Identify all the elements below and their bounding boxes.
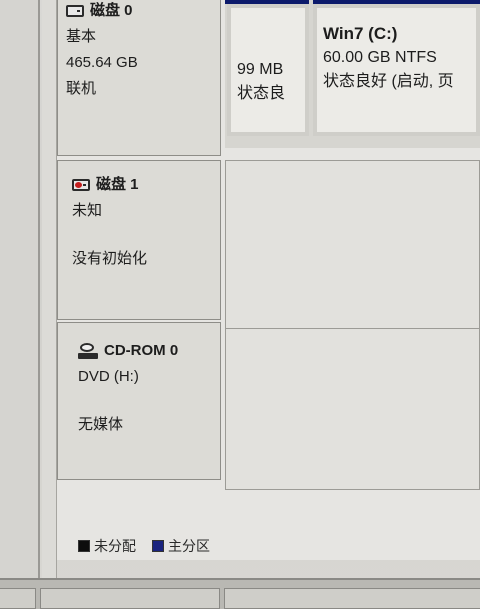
status-bar (0, 578, 480, 609)
cdrom-icon (78, 343, 98, 359)
disk-0-partitions: 99 MB 状态良 Win7 (C:) 60.00 GB NTFS 状态良好 (… (225, 0, 480, 148)
legend-unallocated: 未分配 (78, 536, 136, 556)
cdrom-0-spacer (78, 389, 212, 411)
disk-0-status: 联机 (66, 80, 97, 97)
cdrom-0-status: 无媒体 (78, 416, 124, 433)
legend-primary-swatch (152, 540, 164, 552)
cdrom-0-title-line: CD-ROM 0 (78, 339, 212, 363)
disk-0-title-line: 磁盘 0 (66, 0, 212, 23)
disk-0-row[interactable]: 磁盘 0 基本 465.64 GB 联机 99 MB 状态良 Win7 (C:)… (57, 0, 480, 156)
disk-management-window: 磁盘 0 基本 465.64 GB 联机 99 MB 状态良 Win7 (C:)… (0, 0, 480, 609)
status-bar-segment-2 (40, 588, 220, 609)
cdrom-0-title: CD-ROM 0 (104, 342, 179, 359)
disk-1-title: 磁盘 1 (96, 176, 139, 193)
disk-0-type: 基本 (66, 28, 97, 45)
disk-1-status: 没有初始化 (72, 250, 148, 267)
cdrom-0-row[interactable]: CD-ROM 0 DVD (H:) 无媒体 (57, 322, 480, 490)
cdrom-0-type: DVD (H:) (78, 368, 139, 385)
disk-1-type: 未知 (72, 202, 103, 219)
disk-1-row[interactable]: 磁盘 1 未知 没有初始化 (57, 160, 480, 330)
legend-unallocated-swatch (78, 540, 90, 552)
disk-icon (66, 5, 84, 17)
disk-1-title-line: 磁盘 1 (72, 173, 212, 197)
cdrom-0-media-area[interactable] (225, 328, 480, 490)
disk-1-spacer (72, 223, 212, 245)
legend: 未分配 主分区 (78, 536, 220, 556)
partition-2-size: 60.00 GB NTFS (323, 49, 437, 66)
partition-1-status: 状态良 (237, 85, 286, 102)
partition-2-name: Win7 (C:) (323, 24, 398, 43)
legend-primary-label: 主分区 (168, 538, 210, 554)
left-panel-divider (42, 0, 57, 590)
disk-0-size: 465.64 GB (66, 54, 138, 71)
left-panel-edge (0, 0, 40, 590)
status-bar-segment-1 (0, 588, 36, 609)
legend-primary: 主分区 (152, 536, 210, 556)
disk-error-icon (72, 179, 90, 191)
disk-0-label[interactable]: 磁盘 0 基本 465.64 GB 联机 (57, 0, 221, 156)
partition-win7-c[interactable]: Win7 (C:) 60.00 GB NTFS 状态良好 (启动, 页 (313, 4, 480, 136)
partition-2-status: 状态良好 (启动, 页 (323, 73, 454, 90)
disk-1-label[interactable]: 磁盘 1 未知 没有初始化 (57, 160, 221, 320)
partition-1-size: 99 MB (237, 61, 284, 78)
legend-unallocated-label: 未分配 (94, 538, 136, 554)
disk-1-unallocated-area[interactable] (225, 160, 480, 330)
partition-system-reserved[interactable]: 99 MB 状态良 (227, 4, 309, 136)
cdrom-0-label[interactable]: CD-ROM 0 DVD (H:) 无媒体 (57, 322, 221, 480)
status-bar-segment-3 (224, 588, 480, 609)
disk-0-title: 磁盘 0 (90, 2, 133, 19)
